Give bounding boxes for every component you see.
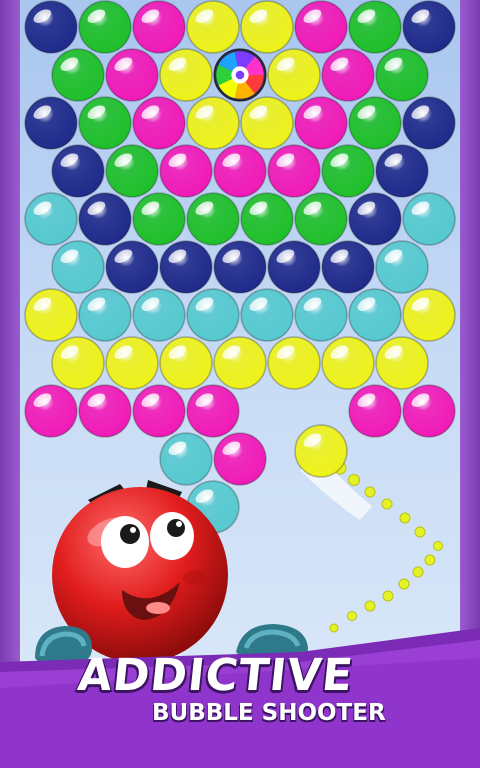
aim-dot: [382, 590, 394, 602]
aim-dot: [433, 541, 443, 551]
aim-dot: [381, 498, 393, 510]
aim-dot: [347, 611, 357, 621]
aim-dot: [424, 554, 436, 566]
aim-dot: [348, 474, 360, 486]
aim-dot: [414, 526, 426, 538]
aim-dot: [412, 566, 424, 578]
aim-dot: [398, 578, 410, 590]
aim-dot: [364, 600, 376, 612]
aim-dot: [364, 486, 376, 498]
aim-dot: [399, 512, 411, 524]
game-screen: ADDICTIVE BUBBLE SHOOTER: [0, 0, 480, 768]
title-text: ADDICTIVE: [75, 650, 356, 701]
subtitle-text: BUBBLE SHOOTER: [152, 700, 386, 726]
